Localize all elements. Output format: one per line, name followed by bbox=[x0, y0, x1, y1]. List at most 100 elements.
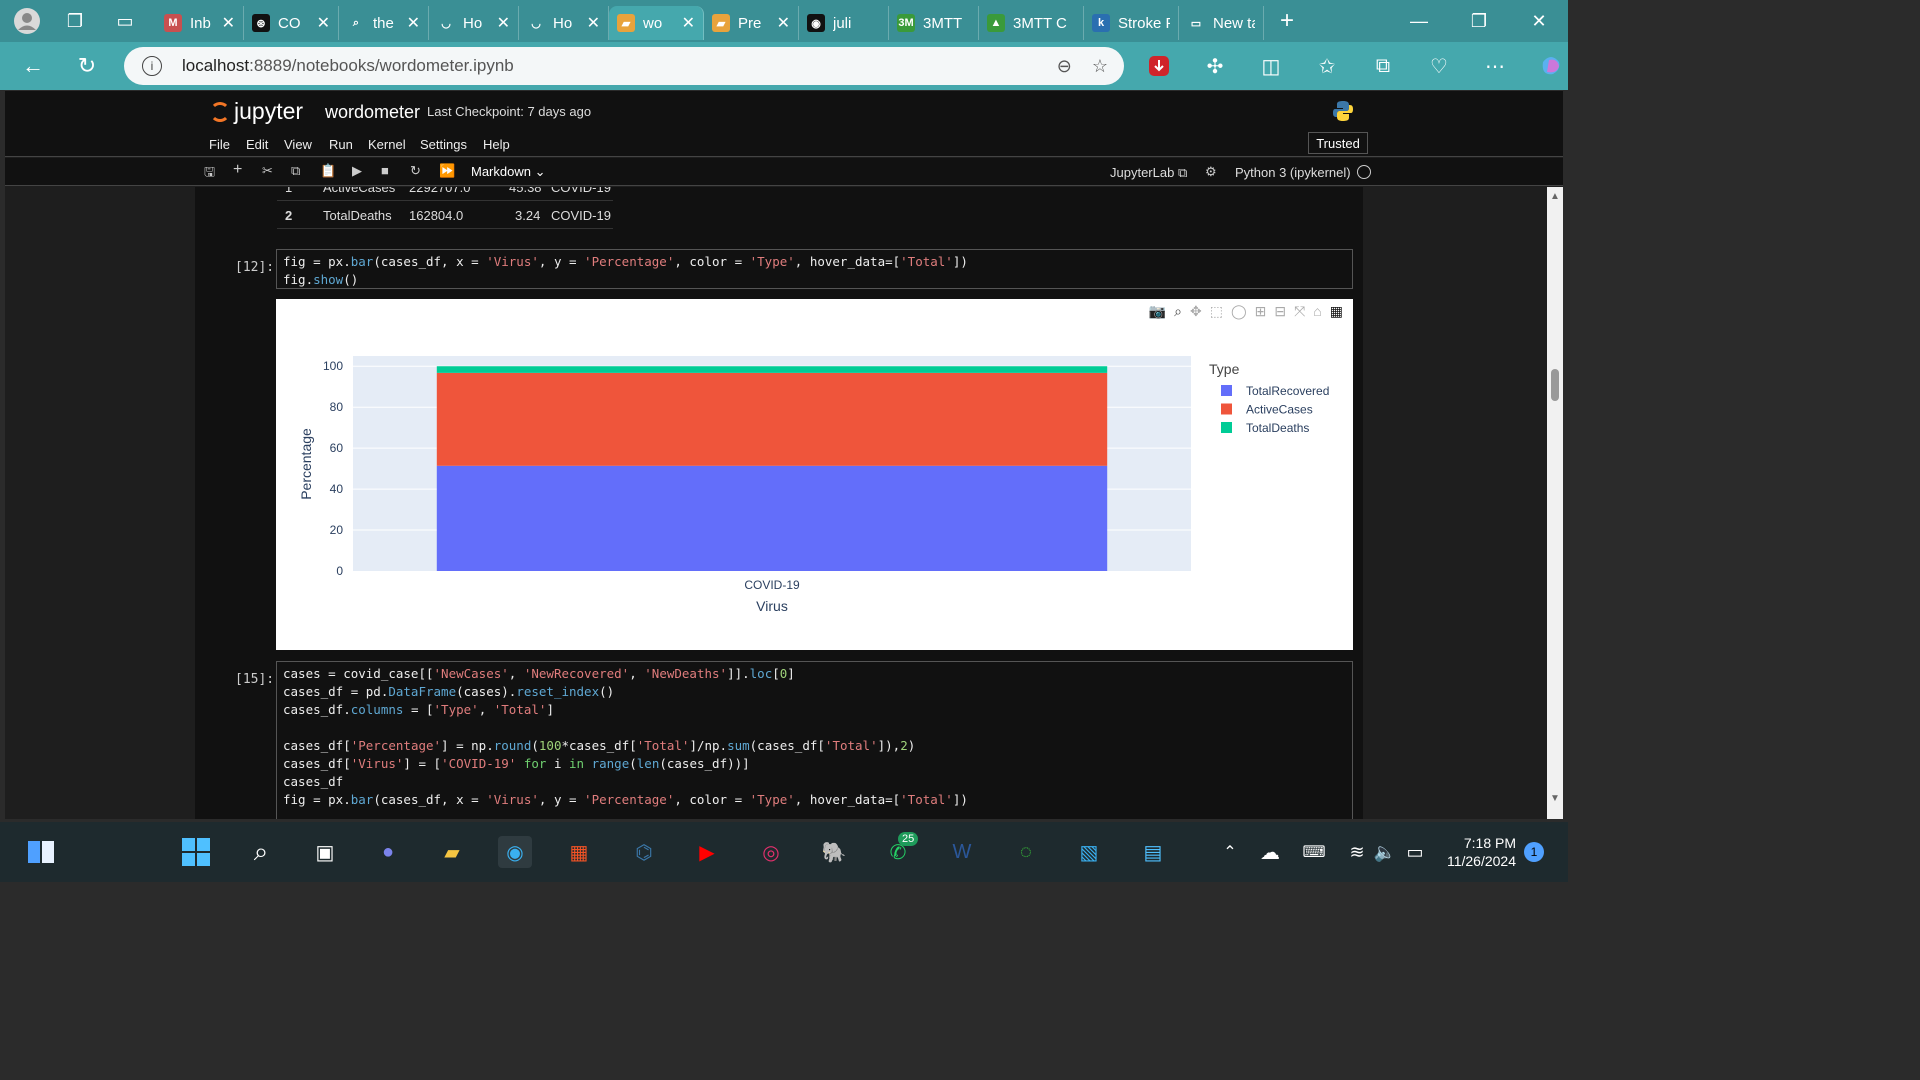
instagram-icon[interactable]: ◎ bbox=[754, 836, 788, 868]
legend-label[interactable]: TotalDeaths bbox=[1246, 421, 1309, 435]
browser-tab[interactable]: ◡ Ho ✕ bbox=[519, 6, 609, 40]
system-clock[interactable]: 7:18 PM 11/26/2024 bbox=[1444, 834, 1516, 870]
extension-download-icon[interactable] bbox=[1140, 47, 1178, 85]
scroll-up-icon[interactable]: ▲ bbox=[1550, 191, 1560, 202]
extensions-icon[interactable]: ✣ bbox=[1196, 47, 1234, 85]
close-tab-icon[interactable]: ✕ bbox=[682, 13, 695, 33]
battery-icon[interactable]: ▭ bbox=[1398, 836, 1432, 868]
youtube-icon[interactable]: ▶ bbox=[690, 836, 724, 868]
close-tab-icon[interactable]: ✕ bbox=[777, 13, 790, 33]
browser-tab[interactable]: M Inb ✕ bbox=[156, 6, 244, 40]
chevron-up-icon[interactable]: ⌃ bbox=[1213, 836, 1247, 868]
legend-swatch[interactable] bbox=[1221, 403, 1232, 415]
scroll-down-icon[interactable]: ▼ bbox=[1550, 793, 1560, 804]
insert-cell-icon[interactable]: + bbox=[233, 161, 242, 179]
close-window-icon[interactable]: ✕ bbox=[1524, 6, 1554, 36]
browser-tab[interactable]: ▰ wo ✕ bbox=[609, 6, 704, 40]
tab-actions-icon[interactable]: ▭ bbox=[110, 6, 140, 36]
browser-essentials-icon[interactable]: ♡ bbox=[1420, 47, 1458, 85]
back-button[interactable]: ← bbox=[14, 47, 52, 85]
jupyterlab-link[interactable]: JupyterLab ⧉ bbox=[1110, 165, 1187, 181]
menu-kernel[interactable]: Kernel bbox=[368, 137, 406, 152]
browser-tab[interactable]: 3M 3MTT bbox=[889, 6, 979, 40]
trusted-badge[interactable]: Trusted bbox=[1308, 132, 1368, 154]
new-tab-button[interactable]: + bbox=[1272, 6, 1302, 36]
menu-view[interactable]: View bbox=[284, 137, 312, 152]
browser-tab[interactable]: ▰ Pre ✕ bbox=[704, 6, 799, 40]
browser-tab[interactable]: ▲ 3MTT C bbox=[979, 6, 1084, 40]
split-screen-icon[interactable]: ◫ bbox=[1252, 47, 1290, 85]
browser-tab[interactable]: ▭ New tab bbox=[1179, 6, 1264, 40]
menu-help[interactable]: Help bbox=[483, 137, 510, 152]
browser-tab[interactable]: ⊛ CO ✕ bbox=[244, 6, 339, 40]
workspaces-icon[interactable]: ❐ bbox=[60, 6, 90, 36]
bar-ActiveCases[interactable] bbox=[436, 372, 1108, 466]
close-tab-icon[interactable]: ✕ bbox=[497, 13, 510, 33]
postgresql-icon[interactable]: 🐘 bbox=[817, 836, 851, 868]
notification-badge[interactable]: 1 bbox=[1524, 842, 1544, 862]
paste-icon[interactable]: 📋 bbox=[320, 163, 336, 179]
volume-icon[interactable]: 🔈 bbox=[1368, 836, 1402, 868]
keyboard-icon[interactable]: ⌨ bbox=[1297, 836, 1331, 868]
restart-icon[interactable]: ↻ bbox=[410, 163, 421, 179]
code-cell[interactable]: cases = covid_case[['NewCases', 'NewReco… bbox=[276, 661, 1353, 819]
browser-tab[interactable]: ◉ juli bbox=[799, 6, 889, 40]
save-icon[interactable]: 🖫 bbox=[204, 163, 215, 185]
close-tab-icon[interactable]: ✕ bbox=[407, 13, 420, 33]
notebook-name[interactable]: wordometer bbox=[325, 102, 420, 123]
site-info-icon[interactable]: i bbox=[142, 56, 162, 76]
scrollbar-thumb[interactable] bbox=[1551, 369, 1559, 401]
edge-browser-icon[interactable]: ◉ bbox=[498, 836, 532, 868]
legend-label[interactable]: TotalRecovered bbox=[1246, 384, 1329, 398]
browser-tab[interactable]: ⌕ the ✕ bbox=[339, 6, 429, 40]
close-tab-icon[interactable]: ✕ bbox=[317, 13, 330, 33]
bar-TotalRecovered[interactable] bbox=[436, 465, 1108, 571]
file-explorer-icon[interactable]: ▰ bbox=[435, 836, 469, 868]
onedrive-icon[interactable]: ☁ bbox=[1253, 836, 1287, 868]
notebook-scrollbar[interactable]: ▲ ▼ bbox=[1547, 187, 1563, 819]
kernel-name[interactable]: Python 3 (ipykernel) bbox=[1235, 165, 1351, 180]
cut-icon[interactable]: ✂ bbox=[262, 163, 273, 179]
close-tab-icon[interactable]: ✕ bbox=[587, 13, 600, 33]
gear-icon[interactable]: ⚙ bbox=[1205, 164, 1217, 180]
meet-icon[interactable]: ● bbox=[371, 836, 405, 868]
widgets-icon[interactable] bbox=[24, 836, 58, 868]
loading-app-icon[interactable]: ◌ bbox=[1009, 836, 1043, 868]
legend-swatch[interactable] bbox=[1221, 422, 1232, 433]
run-icon[interactable]: ▶ bbox=[352, 163, 362, 179]
restart-run-all-icon[interactable]: ⏩ bbox=[439, 163, 455, 179]
favorite-star-icon[interactable]: ☆ bbox=[1092, 56, 1108, 77]
refresh-button[interactable]: ↻ bbox=[68, 47, 106, 85]
collections-icon[interactable]: ⧉ bbox=[1364, 47, 1402, 85]
menu-edit[interactable]: Edit bbox=[246, 137, 268, 152]
browser-tab[interactable]: ◡ Ho ✕ bbox=[429, 6, 519, 40]
minimize-window-icon[interactable]: — bbox=[1404, 6, 1434, 36]
code-cell[interactable]: fig = px.bar(cases_df, x = 'Virus', y = … bbox=[276, 249, 1353, 289]
favorites-icon[interactable]: ✩ bbox=[1308, 47, 1346, 85]
restore-window-icon[interactable]: ❐ bbox=[1464, 6, 1494, 36]
photos-icon[interactable]: ▧ bbox=[1072, 836, 1106, 868]
jupyter-logo[interactable]: jupyter bbox=[210, 98, 303, 125]
word-icon[interactable]: W bbox=[945, 836, 979, 868]
menu-file[interactable]: File bbox=[209, 137, 230, 152]
menu-settings[interactable]: Settings bbox=[420, 137, 467, 152]
python-icon[interactable]: ⌬ bbox=[627, 836, 661, 868]
copy-icon[interactable]: ⧉ bbox=[291, 163, 300, 179]
plotly-chart[interactable]: 📷 ⌕ ✥ ⬚ ◯ ⊞ ⊟ ⤧ ⌂ ▦ 0 20 40 60 80 100 COVID bbox=[276, 299, 1353, 650]
copilot-icon[interactable] bbox=[1532, 47, 1570, 85]
profile-avatar-icon[interactable] bbox=[12, 6, 42, 36]
start-icon[interactable] bbox=[179, 836, 213, 868]
legend-label[interactable]: ActiveCases bbox=[1246, 403, 1313, 417]
url-field[interactable]: i localhost:8889/notebooks/wordometer.ip… bbox=[124, 47, 1124, 85]
task-view-icon[interactable]: ▣ bbox=[308, 836, 342, 868]
more-options-icon[interactable]: ⋯ bbox=[1476, 47, 1514, 85]
stop-icon[interactable]: ■ bbox=[381, 163, 389, 178]
zoom-icon[interactable]: ⊖ bbox=[1057, 56, 1072, 77]
menu-run[interactable]: Run bbox=[329, 137, 353, 152]
notepad-icon[interactable]: ▤ bbox=[1136, 836, 1170, 868]
close-tab-icon[interactable]: ✕ bbox=[222, 13, 235, 33]
microsoft-store-icon[interactable]: ▦ bbox=[562, 836, 596, 868]
bar-TotalDeaths[interactable] bbox=[436, 366, 1108, 373]
browser-tab[interactable]: k Stroke F bbox=[1084, 6, 1179, 40]
search-icon[interactable]: ⌕ bbox=[244, 836, 278, 868]
